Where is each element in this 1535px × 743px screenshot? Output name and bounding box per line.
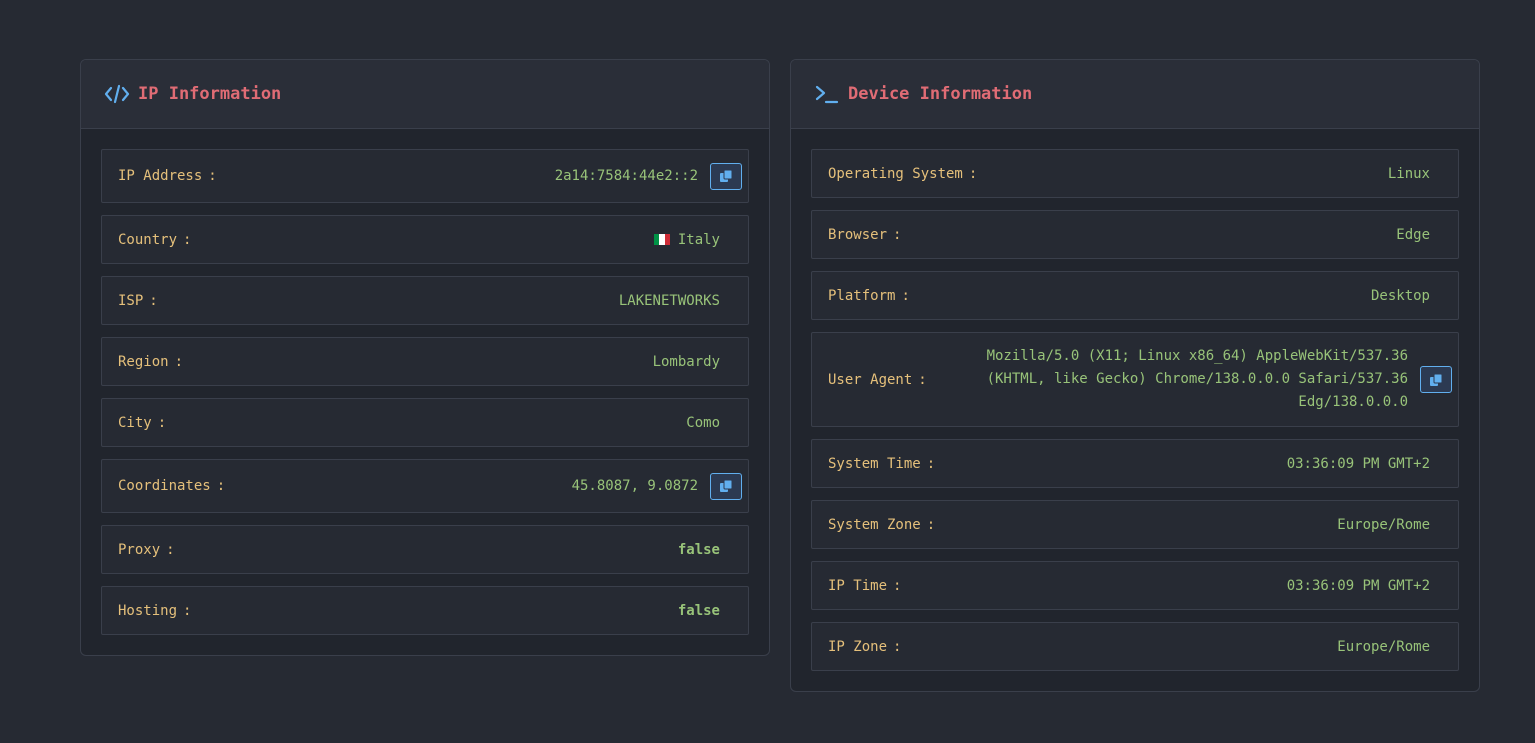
ip-panel-header: IP Information <box>81 60 769 129</box>
system-time-value: 03:36:09 PM GMT+2 <box>1286 455 1430 472</box>
region-value: Lombardy <box>652 353 720 370</box>
copy-icon <box>720 169 733 182</box>
italy-flag-icon <box>653 234 670 245</box>
browser-value: Edge <box>1396 226 1430 243</box>
proxy-value: false <box>677 541 720 558</box>
region-label: Region <box>118 353 169 370</box>
ip-information-panel: IP Information IP Address: 2a14:7584:44e… <box>80 59 770 656</box>
ip-panel-title: IP Information <box>138 84 282 104</box>
ip-time-value: 03:36:09 PM GMT+2 <box>1286 577 1430 594</box>
ip-time-row: IP Time: 03:36:09 PM GMT+2 <box>811 561 1459 610</box>
browser-row: Browser: Edge <box>811 210 1459 259</box>
city-label: City <box>118 414 152 431</box>
region-row: Region: Lombardy <box>101 337 749 386</box>
hosting-row: Hosting: false <box>101 586 749 635</box>
code-icon <box>104 83 130 105</box>
device-information-panel: Device Information Operating System: Lin… <box>790 59 1480 692</box>
operating-system-value: Linux <box>1387 165 1430 182</box>
isp-label: ISP <box>118 292 144 309</box>
system-zone-row: System Zone: Europe/Rome <box>811 500 1459 549</box>
platform-row: Platform: Desktop <box>811 271 1459 320</box>
operating-system-label: Operating System <box>828 165 963 182</box>
system-zone-value: Europe/Rome <box>1337 516 1430 533</box>
copy-coordinates-button[interactable] <box>710 472 742 500</box>
user-agent-label: User Agent <box>828 371 913 388</box>
platform-label: Platform <box>828 287 896 304</box>
hosting-value: false <box>677 602 720 619</box>
country-row: Country: Italy <box>101 215 749 264</box>
system-time-label: System Time <box>828 455 921 472</box>
ip-address-label: IP Address <box>118 168 203 184</box>
user-agent-value: Mozilla/5.0 (X11; Linux x86_64) AppleWeb… <box>986 348 1408 410</box>
system-time-row: System Time: 03:36:09 PM GMT+2 <box>811 439 1459 488</box>
user-agent-row: User Agent: Mozilla/5.0 (X11; Linux x86_… <box>811 332 1459 427</box>
platform-value: Desktop <box>1370 287 1430 304</box>
city-value: Como <box>686 414 720 431</box>
system-zone-label: System Zone <box>828 516 921 533</box>
ip-time-label: IP Time <box>828 577 888 594</box>
city-row: City: Como <box>101 398 749 447</box>
copy-user-agent-button[interactable] <box>1420 366 1452 393</box>
country-value: Italy <box>677 231 720 248</box>
proxy-label: Proxy <box>118 541 161 558</box>
operating-system-row: Operating System: Linux <box>811 149 1459 198</box>
proxy-row: Proxy: false <box>101 525 749 574</box>
ip-zone-row: IP Zone: Europe/Rome <box>811 622 1459 671</box>
terminal-icon <box>814 83 840 105</box>
isp-value: LAKENETWORKS <box>618 292 720 309</box>
device-panel-title: Device Information <box>848 84 1033 104</box>
ip-zone-value: Europe/Rome <box>1337 638 1430 655</box>
coordinates-label: Coordinates <box>118 478 211 494</box>
ip-zone-label: IP Zone <box>828 638 888 655</box>
copy-icon <box>1430 373 1443 386</box>
coordinates-value: 45.8087, 9.0872 <box>571 478 698 494</box>
coordinates-row: Coordinates: 45.8087, 9.0872 <box>101 459 749 513</box>
copy-icon <box>720 479 733 492</box>
country-label: Country <box>118 231 178 248</box>
hosting-label: Hosting <box>118 602 178 619</box>
browser-label: Browser <box>828 226 888 243</box>
copy-ip-address-button[interactable] <box>710 162 742 190</box>
ip-address-row: IP Address: 2a14:7584:44e2::2 <box>101 149 749 203</box>
ip-address-value: 2a14:7584:44e2::2 <box>554 168 698 184</box>
isp-row: ISP: LAKENETWORKS <box>101 276 749 325</box>
device-panel-header: Device Information <box>791 60 1479 129</box>
